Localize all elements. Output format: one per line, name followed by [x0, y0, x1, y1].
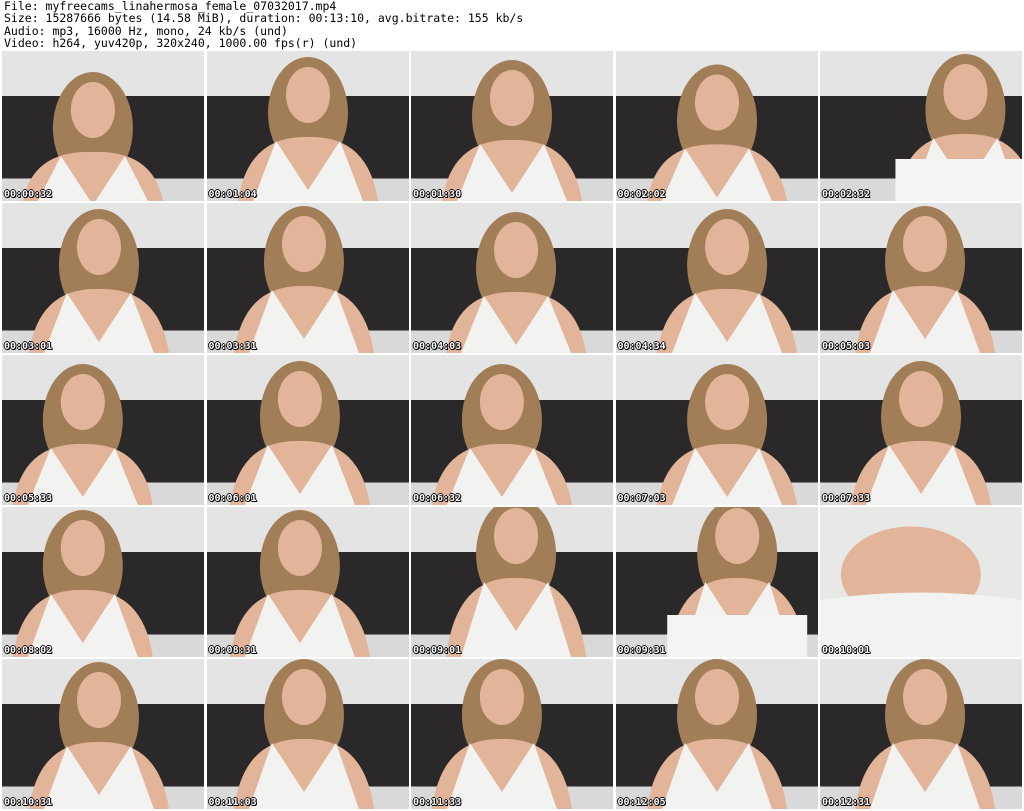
file-size-line: Size: 15287666 bytes (14.58 MiB), durati… — [4, 11, 524, 26]
video-thumbnail: 00:11:33 — [411, 659, 613, 809]
thumbnail-timestamp: 00:12:05 — [617, 797, 666, 808]
thumbnail-frame — [206, 51, 409, 201]
thumbnail-timestamp: 00:02:32 — [822, 189, 871, 200]
thumbnail-frame — [2, 507, 204, 657]
thumbnail-frame — [615, 659, 818, 809]
video-thumbnail: 00:00:32 — [2, 51, 204, 201]
video-thumbnail: 00:09:31 — [615, 507, 818, 657]
thumbnail-timestamp: 00:08:31 — [208, 645, 257, 656]
thumbnail-timestamp: 00:10:01 — [822, 645, 871, 656]
video-thumbnail: 00:05:33 — [2, 355, 204, 505]
thumbnail-timestamp: 00:09:31 — [617, 645, 666, 656]
video-thumbnail: 00:01:04 — [206, 51, 409, 201]
thumbnail-frame — [2, 355, 204, 505]
thumbnail-timestamp: 00:05:03 — [822, 341, 871, 352]
thumbnail-timestamp: 00:06:32 — [413, 493, 462, 504]
thumbnail-timestamp: 00:03:01 — [4, 341, 53, 352]
thumbnail-timestamp: 00:10:31 — [4, 797, 53, 808]
thumbnail-timestamp: 00:11:03 — [208, 797, 257, 808]
thumbnail-timestamp: 00:01:04 — [208, 189, 257, 200]
thumbnail-timestamp: 00:07:33 — [822, 493, 871, 504]
thumbnail-frame — [2, 659, 204, 809]
video-thumbnail: 00:08:02 — [2, 507, 204, 657]
video-thumbnail: 00:10:01 — [820, 507, 1022, 657]
video-thumbnail: 00:07:33 — [820, 355, 1022, 505]
thumbnail-frame — [820, 507, 1022, 657]
thumbnail-frame — [206, 507, 409, 657]
video-thumbnail: 00:10:31 — [2, 659, 204, 809]
thumbnail-timestamp: 00:06:01 — [208, 493, 257, 504]
video-thumbnail: 00:12:05 — [615, 659, 818, 809]
video-thumbnail: 00:07:03 — [615, 355, 818, 505]
video-thumbnail: 00:11:03 — [206, 659, 409, 809]
thumbnail-timestamp: 00:12:31 — [822, 797, 871, 808]
thumbnail-timestamp: 00:05:33 — [4, 493, 53, 504]
thumbnail-frame — [206, 203, 409, 353]
thumbnail-frame — [615, 51, 818, 201]
video-thumbnail: 00:02:02 — [615, 51, 818, 201]
thumbnail-frame — [615, 203, 818, 353]
video-thumbnail: 00:12:31 — [820, 659, 1022, 809]
thumbnail-timestamp: 00:11:33 — [413, 797, 462, 808]
thumbnail-timestamp: 00:07:03 — [617, 493, 666, 504]
video-thumbnail: 00:09:01 — [411, 507, 613, 657]
thumbnail-frame — [820, 51, 1022, 201]
video-info-line: Video: h264, yuv420p, 320x240, 1000.00 f… — [4, 36, 358, 51]
video-thumbnail: 00:03:01 — [2, 203, 204, 353]
thumbnail-frame — [820, 203, 1022, 353]
video-thumbnail: 00:04:03 — [411, 203, 613, 353]
thumbnail-frame — [206, 355, 409, 505]
thumbnail-timestamp: 00:04:03 — [413, 341, 462, 352]
thumbnail-timestamp: 00:09:01 — [413, 645, 462, 656]
video-thumbnail: 00:04:34 — [615, 203, 818, 353]
thumbnail-timestamp: 00:02:02 — [617, 189, 666, 200]
thumbnail-frame — [615, 507, 818, 657]
thumbnail-frame — [411, 507, 613, 657]
thumbnail-timestamp: 00:03:31 — [208, 341, 257, 352]
file-info-header: File: myfreecams_linahermosa_female_0703… — [4, 0, 1020, 50]
video-thumbnail: 00:02:32 — [820, 51, 1022, 201]
video-thumbnail: 00:08:31 — [206, 507, 409, 657]
thumbnail-frame — [820, 355, 1022, 505]
thumbnail-frame — [411, 659, 613, 809]
video-thumbnail: 00:06:01 — [206, 355, 409, 505]
video-thumbnail: 00:03:31 — [206, 203, 409, 353]
thumbnail-frame — [615, 355, 818, 505]
thumbnail-frame — [820, 659, 1022, 809]
thumbnail-timestamp: 00:01:30 — [413, 189, 462, 200]
thumbnail-frame — [411, 51, 613, 201]
video-thumbnail: 00:06:32 — [411, 355, 613, 505]
thumbnail-timestamp: 00:08:02 — [4, 645, 53, 656]
thumbnail-frame — [411, 355, 613, 505]
thumbnail-timestamp: 00:04:34 — [617, 341, 666, 352]
video-thumbnail: 00:01:30 — [411, 51, 613, 201]
thumbnail-frame — [206, 659, 409, 809]
thumbnail-grid: 00:00:32 00:01:04 00:01:30 00:02:02 00:02:32… — [2, 51, 1022, 809]
thumbnail-timestamp: 00:00:32 — [4, 189, 53, 200]
video-thumbnail: 00:05:03 — [820, 203, 1022, 353]
thumbnail-frame — [2, 203, 204, 353]
thumbnail-frame — [2, 51, 204, 201]
thumbnail-frame — [411, 203, 613, 353]
